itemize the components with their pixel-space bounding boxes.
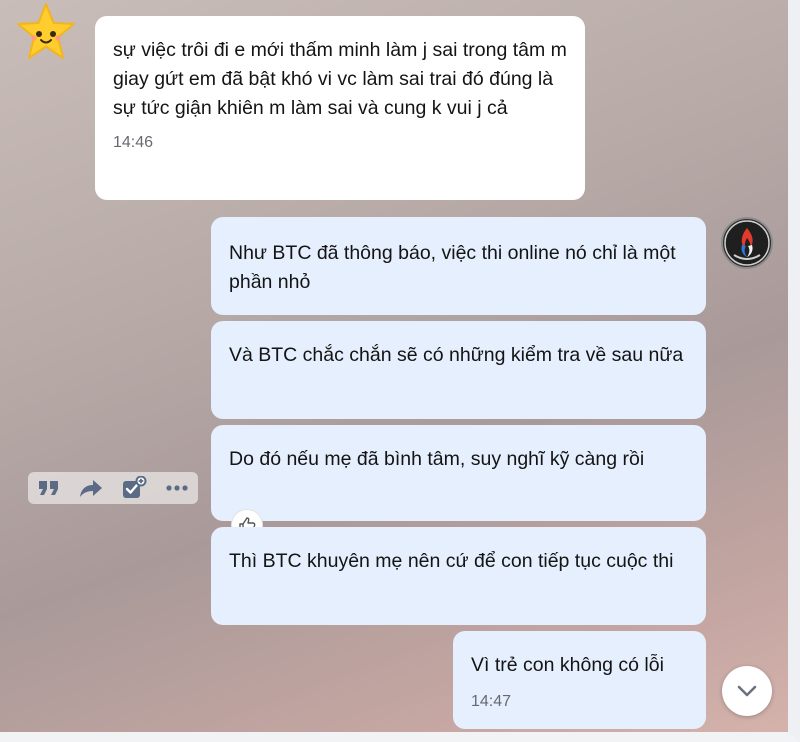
- club-logo-icon: [724, 220, 770, 266]
- message-bubble-outgoing[interactable]: Do đó nếu mẹ đã bình tâm, suy nghĩ kỹ cà…: [211, 425, 706, 521]
- task-icon[interactable]: [121, 476, 147, 500]
- message-time: 14:47: [471, 693, 512, 710]
- message-text: Như BTC đã thông báo, việc thi online nó…: [229, 242, 676, 293]
- chevron-down-icon: [737, 685, 757, 697]
- message-time: 14:46: [113, 134, 154, 151]
- message-bubble-outgoing[interactable]: Như BTC đã thông báo, việc thi online nó…: [211, 217, 706, 315]
- scroll-to-bottom-button[interactable]: [722, 666, 772, 716]
- forward-icon[interactable]: [79, 478, 103, 498]
- message-bubble-outgoing[interactable]: Thì BTC khuyên mẹ nên cứ để con tiếp tục…: [211, 527, 706, 625]
- message-bubble-incoming[interactable]: sự việc trôi đi e mới thấm minh làm j sa…: [95, 16, 585, 200]
- sender-avatar-star[interactable]: [16, 2, 76, 62]
- message-text: Vì trẻ con không có lỗi: [471, 654, 664, 676]
- message-bubble-outgoing[interactable]: Và BTC chắc chắn sẽ có những kiểm tra về…: [211, 321, 706, 419]
- more-icon[interactable]: [165, 484, 189, 492]
- message-text: Thì BTC khuyên mẹ nên cứ để con tiếp tục…: [229, 550, 674, 572]
- message-text: Do đó nếu mẹ đã bình tâm, suy nghĩ kỹ cà…: [229, 448, 645, 470]
- message-bubble-outgoing[interactable]: Vì trẻ con không có lỗi 14:47: [453, 631, 706, 729]
- message-action-bar: [28, 472, 198, 504]
- message-text: sự việc trôi đi e mới thấm minh làm j sa…: [113, 39, 567, 119]
- my-avatar-club-logo[interactable]: [721, 217, 773, 269]
- quote-icon[interactable]: [37, 479, 61, 497]
- message-text: Và BTC chắc chắn sẽ có những kiểm tra về…: [229, 344, 684, 366]
